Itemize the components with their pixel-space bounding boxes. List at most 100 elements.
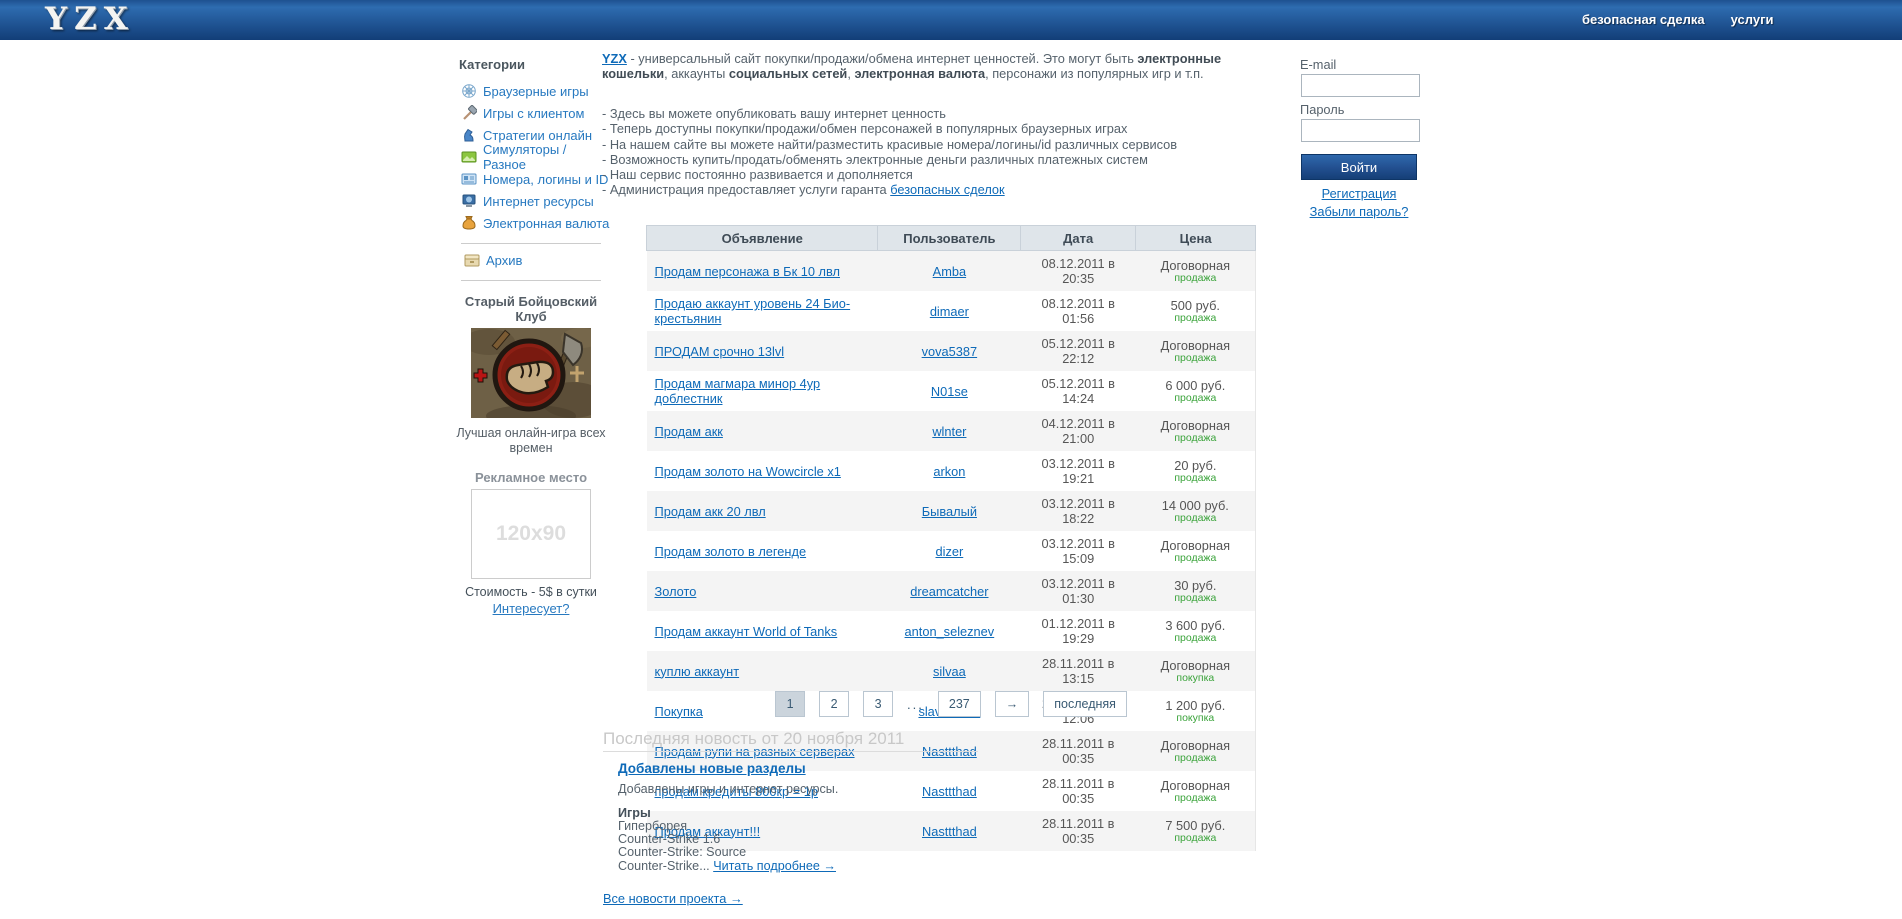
col-header-price[interactable]: Цена <box>1135 225 1256 251</box>
intro-text: , аккаунты <box>664 66 729 81</box>
nav-safe-deal-link[interactable]: безопасная сделка <box>1582 12 1705 27</box>
news-body: Добавлены игры и интернет ресурсы. <box>618 782 839 796</box>
read-more-link[interactable]: Читать подробнее → <box>713 859 836 873</box>
feature-list: - Здесь вы можете опубликовать вашу инте… <box>602 106 1252 198</box>
listing-title-link[interactable]: Продам золото на Wowcircle x1 <box>655 464 841 479</box>
listing-deal-type: продажа <box>1174 591 1217 604</box>
listing-user-link[interactable]: anton_seleznev <box>905 624 995 639</box>
listing-deal-type: продажа <box>1174 511 1217 524</box>
listing-date: 03.12.2011 в 01:30 <box>1041 576 1115 606</box>
listing-user-link[interactable]: vova5387 <box>922 344 978 359</box>
listing-row: Золото dreamcatcher 03.12.2011 в 01:30 30 р… <box>646 571 1256 611</box>
listing-deal-type: продажа <box>1174 431 1217 444</box>
register-link[interactable]: Регистрация <box>1322 186 1397 201</box>
intro-yzx-link[interactable]: YZX <box>602 51 627 66</box>
listing-title-link[interactable]: Продаю аккаунт уровень 24 Био-крестьянин <box>655 296 851 326</box>
listing-title-link[interactable]: ПРОДАМ срочно 13lvl <box>655 344 785 359</box>
site-logo[interactable]: YZX <box>45 1 135 37</box>
col-header-user[interactable]: Пользователь <box>877 225 1022 251</box>
page-button-2[interactable]: 2 <box>819 691 850 717</box>
login-button[interactable]: Войти <box>1301 154 1417 180</box>
listing-price: Договорная <box>1160 657 1231 673</box>
forgot-password-link[interactable]: Забыли пароль? <box>1310 204 1409 219</box>
ad-slot-title: Рекламное место <box>474 470 588 485</box>
ad-game-title: Старый Бойцовский Клуб <box>464 294 598 324</box>
sidebar-category-item: Интернет ресурсы <box>461 190 611 212</box>
listing-user-link[interactable]: Бывалый <box>922 504 977 519</box>
sidebar-divider <box>461 243 601 244</box>
listing-user-link[interactable]: dimaer <box>930 304 969 319</box>
listing-title-link[interactable]: Продам аккаунт World of Tanks <box>655 624 838 639</box>
listing-user-link[interactable]: Amba <box>933 264 966 279</box>
next-page-button[interactable]: → <box>994 691 1030 717</box>
sidebar-category-link[interactable]: Номера, логины и ID <box>483 172 608 187</box>
listing-title-link[interactable]: Продам магмара минор 4ур доблестник <box>655 376 821 406</box>
ad-slot-interested-link[interactable]: Интересует? <box>493 601 570 616</box>
listing-user-link[interactable]: dreamcatcher <box>910 584 988 599</box>
listing-user-link[interactable]: N01se <box>931 384 968 399</box>
pagination-ellipsis: ... <box>907 696 924 712</box>
listing-title-link[interactable]: Продам акк 20 лвл <box>655 504 766 519</box>
sidebar-category-link[interactable]: Стратегии онлайн <box>483 128 592 143</box>
safe-deals-link[interactable]: безопасных сделок <box>890 182 1004 197</box>
listing-title-link[interactable]: Продам золото в легенде <box>655 544 807 559</box>
listing-title-link[interactable]: Продам персонажа в Бк 10 лвл <box>655 264 840 279</box>
listing-user-link[interactable]: dizer <box>936 544 964 559</box>
listing-date: 01.12.2011 в 19:29 <box>1041 616 1115 646</box>
page-button-3[interactable]: 3 <box>863 691 894 717</box>
listing-title-link[interactable]: куплю аккаунт <box>655 664 740 679</box>
browser-games-icon <box>461 83 477 99</box>
intro-bold-socials: социальных сетей <box>728 66 848 81</box>
header-nav: безопасная сделка услуги <box>1582 12 1774 27</box>
listing-row: Продам акк wlnter 04.12.2011 в 21:00 Догово… <box>646 411 1256 451</box>
listing-row: Продам золото на Wowcircle x1 arkon 03.12.… <box>647 451 1256 491</box>
strategy-online-icon <box>461 127 477 143</box>
archive-icon <box>464 252 480 268</box>
listing-user-link[interactable]: Nasttthad <box>922 784 977 799</box>
email-label: E-mail <box>1300 57 1337 72</box>
categories-list: Браузерные игры Игры с клиентом Стратегии … <box>461 80 611 234</box>
fist-club-banner[interactable] <box>463 328 605 427</box>
feature-text: - Администрация предоставляет услуги гар… <box>602 182 891 198</box>
listing-title-link[interactable]: Продам акк <box>655 424 723 439</box>
page-button-far[interactable]: 237 <box>937 691 981 717</box>
simulators-icon <box>461 149 477 165</box>
listing-row: Продаю аккаунт уровень 24 Био-крестьянин… <box>647 291 1256 331</box>
password-field[interactable] <box>1301 119 1420 142</box>
news-section-title: Последняя новость от 20 ноября 2011 <box>603 729 905 748</box>
listing-deal-type: покупка <box>1176 671 1215 684</box>
listing-user-link[interactable]: Nasttthad <box>922 824 977 839</box>
news-item-title-link[interactable]: Добавлены новые разделы <box>618 761 806 776</box>
listing-deal-type: продажа <box>1174 791 1217 804</box>
listing-price: 14 000 руб. <box>1161 497 1229 513</box>
listing-date: 05.12.2011 в 22:12 <box>1041 336 1115 366</box>
page-button-1[interactable]: 1 <box>775 691 806 717</box>
sidebar-category-link[interactable]: Симуляторы / Разное <box>483 142 611 172</box>
listing-date: 28.11.2011 в 13:15 <box>1041 656 1115 686</box>
email-field[interactable] <box>1301 74 1420 97</box>
sidebar-category-link[interactable]: Интернет ресурсы <box>483 194 594 209</box>
listing-price: 30 руб. <box>1174 577 1217 593</box>
listing-price: 20 руб. <box>1174 457 1217 473</box>
listing-title-link[interactable]: Золото <box>655 584 697 599</box>
sidebar-category-link[interactable]: Браузерные игры <box>483 84 589 99</box>
feature-line-guarantor: - Администрация предоставляет услуги гар… <box>602 182 1252 197</box>
pagination: 1 2 3... 237 → последняя <box>646 691 1256 717</box>
listing-user-link[interactable]: wlnter <box>932 424 966 439</box>
nav-services-link[interactable]: услуги <box>1731 12 1774 27</box>
sidebar-item-archive[interactable]: Архив <box>464 252 522 268</box>
header: YZX безопасная сделка услуги <box>0 0 1902 40</box>
listing-user-link[interactable]: arkon <box>933 464 965 479</box>
col-header-date[interactable]: Дата <box>1020 225 1137 251</box>
sidebar-category-item: Электронная валюта <box>461 212 611 234</box>
ad-game-caption: Лучшая онлайн-игра всех времен <box>456 426 606 455</box>
col-header-title[interactable]: Объявление <box>645 225 879 251</box>
listing-date: 03.12.2011 в 19:21 <box>1041 456 1115 486</box>
feature-line: - Здесь вы можете опубликовать вашу инте… <box>602 106 946 121</box>
sidebar-category-link[interactable]: Электронная валюта <box>483 216 609 231</box>
listing-user-link[interactable]: silvaa <box>933 664 966 679</box>
listing-row: куплю аккаунт silvaa 28.11.2011 в 13:15 Дог… <box>646 651 1256 691</box>
sidebar-category-link[interactable]: Игры с клиентом <box>483 106 584 121</box>
last-page-button[interactable]: последняя <box>1043 691 1127 717</box>
all-news-link[interactable]: Все новости проекта → <box>603 891 743 906</box>
